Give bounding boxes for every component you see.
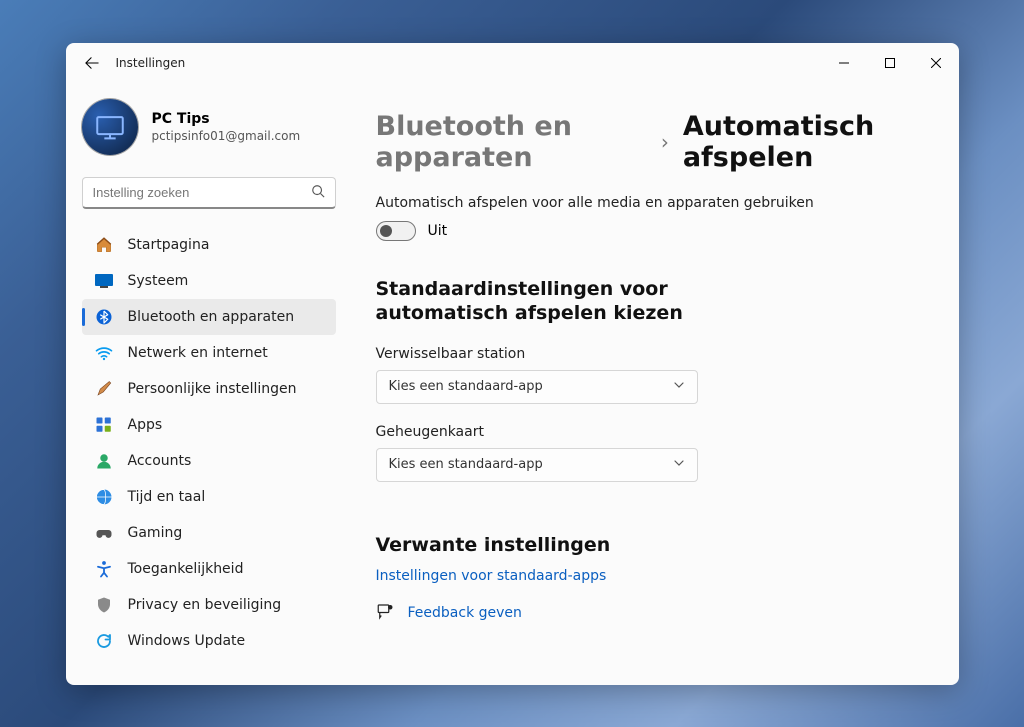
maximize-icon bbox=[885, 58, 895, 68]
feedback-label: Feedback geven bbox=[408, 605, 522, 621]
autoplay-description: Automatisch afspelen voor alle media en … bbox=[376, 195, 931, 211]
brush-icon bbox=[94, 379, 114, 399]
wifi-icon bbox=[94, 343, 114, 363]
sidebar-item-label: Startpagina bbox=[128, 237, 210, 253]
apps-icon bbox=[94, 415, 114, 435]
sidebar-item-update[interactable]: Windows Update bbox=[82, 623, 336, 659]
sidebar-item-label: Tijd en taal bbox=[128, 489, 206, 505]
chevron-right-icon: › bbox=[661, 130, 669, 154]
accessibility-icon bbox=[94, 559, 114, 579]
sidebar-item-label: Privacy en beveiliging bbox=[128, 597, 282, 613]
search-box[interactable] bbox=[82, 177, 336, 209]
back-button[interactable] bbox=[82, 53, 102, 73]
profile-name: PC Tips bbox=[152, 111, 301, 127]
arrow-left-icon bbox=[85, 56, 99, 70]
sidebar-item-system[interactable]: Systeem bbox=[82, 263, 336, 299]
sidebar-item-label: Bluetooth en apparaten bbox=[128, 309, 295, 325]
related-settings: Verwante instellingen Instellingen voor … bbox=[376, 534, 931, 624]
sidebar-item-time[interactable]: Tijd en taal bbox=[82, 479, 336, 515]
toggle-knob-icon bbox=[380, 225, 392, 237]
update-icon bbox=[94, 631, 114, 651]
field-label: Verwisselbaar station bbox=[376, 346, 931, 362]
field-memory-card: Geheugenkaart Kies een standaard-app bbox=[376, 424, 931, 482]
breadcrumb-parent[interactable]: Bluetooth en apparaten bbox=[376, 111, 647, 173]
sidebar-item-accounts[interactable]: Accounts bbox=[82, 443, 336, 479]
search-icon bbox=[311, 183, 325, 202]
bluetooth-icon bbox=[94, 307, 114, 327]
select-value: Kies een standaard-app bbox=[389, 379, 543, 394]
profile-email: pctipsinfo01@gmail.com bbox=[152, 129, 301, 143]
main-content: Bluetooth en apparaten › Automatisch afs… bbox=[352, 83, 959, 685]
field-removable-drive: Verwisselbaar station Kies een standaard… bbox=[376, 346, 931, 404]
titlebar: Instellingen bbox=[66, 43, 959, 83]
person-icon bbox=[94, 451, 114, 471]
sidebar-item-label: Accounts bbox=[128, 453, 192, 469]
sidebar-item-label: Toegankelijkheid bbox=[128, 561, 244, 577]
maximize-button[interactable] bbox=[867, 43, 913, 83]
settings-window: Instellingen PC Tips pctipsinfo01@gmail.… bbox=[66, 43, 959, 685]
shield-icon bbox=[94, 595, 114, 615]
default-apps-link[interactable]: Instellingen voor standaard-apps bbox=[376, 568, 931, 584]
sidebar-item-label: Windows Update bbox=[128, 633, 246, 649]
sidebar-item-network[interactable]: Netwerk en internet bbox=[82, 335, 336, 371]
feedback-icon bbox=[376, 602, 394, 624]
autoplay-toggle[interactable] bbox=[376, 221, 416, 241]
sidebar-item-label: Apps bbox=[128, 417, 163, 433]
sidebar-item-apps[interactable]: Apps bbox=[82, 407, 336, 443]
sidebar-item-access[interactable]: Toegankelijkheid bbox=[82, 551, 336, 587]
removable-drive-select[interactable]: Kies een standaard-app bbox=[376, 370, 698, 404]
sidebar-item-privacy[interactable]: Privacy en beveiliging bbox=[82, 587, 336, 623]
minimize-button[interactable] bbox=[821, 43, 867, 83]
sidebar-item-gaming[interactable]: Gaming bbox=[82, 515, 336, 551]
sidebar-item-label: Systeem bbox=[128, 273, 189, 289]
sidebar-item-bluetooth[interactable]: Bluetooth en apparaten bbox=[82, 299, 336, 335]
home-icon bbox=[94, 235, 114, 255]
minimize-icon bbox=[839, 58, 849, 68]
profile-text: PC Tips pctipsinfo01@gmail.com bbox=[152, 111, 301, 143]
window-title: Instellingen bbox=[116, 56, 186, 70]
related-heading: Verwante instellingen bbox=[376, 534, 931, 556]
profile-block[interactable]: PC Tips pctipsinfo01@gmail.com bbox=[82, 83, 336, 177]
close-button[interactable] bbox=[913, 43, 959, 83]
sidebar-item-label: Netwerk en internet bbox=[128, 345, 268, 361]
sidebar-item-home[interactable]: Startpagina bbox=[82, 227, 336, 263]
toggle-state-label: Uit bbox=[428, 223, 448, 239]
autoplay-toggle-row: Uit bbox=[376, 221, 931, 241]
system-icon bbox=[94, 271, 114, 291]
globe-clock-icon bbox=[94, 487, 114, 507]
sidebar-item-personal[interactable]: Persoonlijke instellingen bbox=[82, 371, 336, 407]
content-wrap: PC Tips pctipsinfo01@gmail.com Startpagi… bbox=[66, 83, 959, 685]
select-value: Kies een standaard-app bbox=[389, 457, 543, 472]
breadcrumb: Bluetooth en apparaten › Automatisch afs… bbox=[376, 111, 931, 173]
chevron-down-icon bbox=[673, 457, 685, 473]
window-controls bbox=[821, 43, 959, 83]
nav: Startpagina Systeem Bluetooth en apparat… bbox=[82, 227, 336, 659]
gamepad-icon bbox=[94, 523, 114, 543]
search-input[interactable] bbox=[93, 185, 311, 200]
close-icon bbox=[931, 58, 941, 68]
field-label: Geheugenkaart bbox=[376, 424, 931, 440]
page-title: Automatisch afspelen bbox=[683, 111, 931, 173]
avatar bbox=[82, 99, 138, 155]
sidebar-item-label: Persoonlijke instellingen bbox=[128, 381, 297, 397]
sidebar: PC Tips pctipsinfo01@gmail.com Startpagi… bbox=[66, 83, 352, 685]
sidebar-item-label: Gaming bbox=[128, 525, 183, 541]
defaults-heading: Standaardinstellingen voor automatisch a… bbox=[376, 277, 796, 326]
avatar-icon bbox=[93, 110, 127, 144]
chevron-down-icon bbox=[673, 379, 685, 395]
feedback-link[interactable]: Feedback geven bbox=[376, 602, 931, 624]
memory-card-select[interactable]: Kies een standaard-app bbox=[376, 448, 698, 482]
